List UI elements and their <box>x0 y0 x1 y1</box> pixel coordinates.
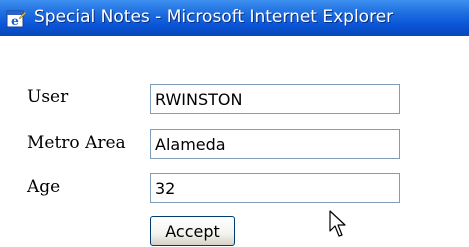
metro-area-label: Metro Area <box>27 133 126 153</box>
metro-area-field[interactable] <box>150 129 400 159</box>
svg-text:e: e <box>11 14 19 28</box>
internet-explorer-icon: e <box>6 10 27 28</box>
accept-button[interactable]: Accept <box>150 216 235 246</box>
age-label: Age <box>27 177 61 197</box>
user-label: User <box>27 87 69 107</box>
mouse-pointer-icon <box>329 210 346 237</box>
age-field[interactable] <box>150 173 400 203</box>
window-title: Special Notes - Microsoft Internet Explo… <box>34 7 394 27</box>
window-title-bar[interactable]: e Special Notes - Microsoft Internet Exp… <box>0 0 469 36</box>
user-field[interactable] <box>150 84 400 114</box>
